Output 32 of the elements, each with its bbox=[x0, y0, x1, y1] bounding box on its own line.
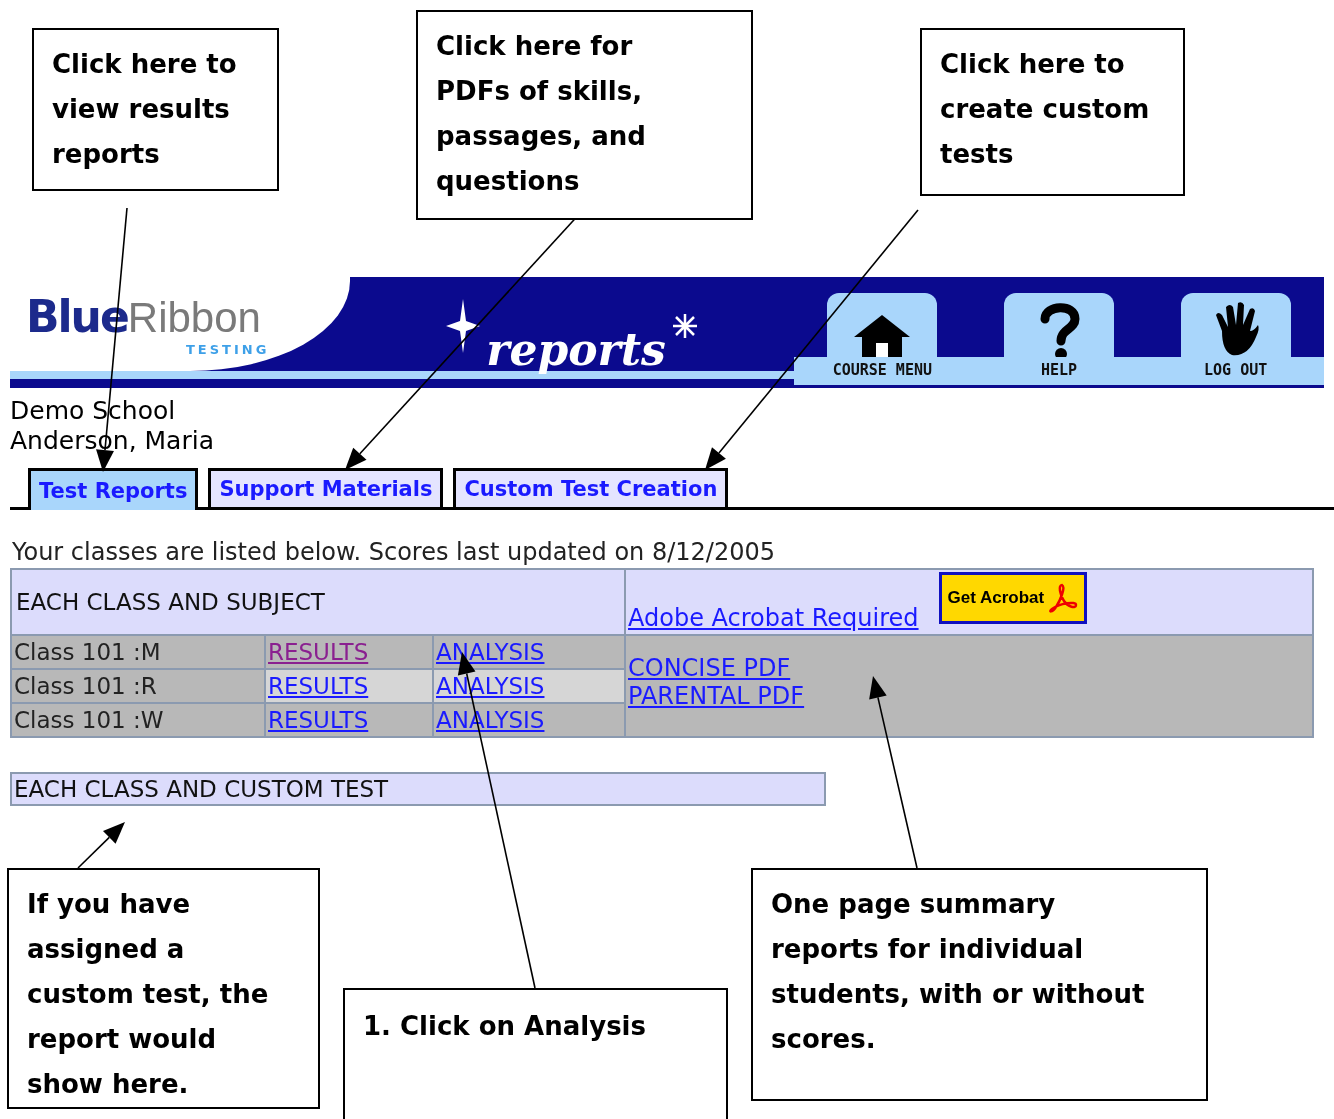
logo-tagline: TESTING bbox=[186, 342, 271, 357]
arrow bbox=[77, 822, 125, 869]
pdf-link[interactable]: PARENTAL PDF bbox=[628, 682, 805, 710]
table-heading: EACH CLASS AND CUSTOM TEST bbox=[10, 772, 826, 806]
get-acrobat-button[interactable]: Get Acrobat bbox=[938, 572, 1088, 624]
results-link[interactable]: RESULTS bbox=[268, 639, 369, 665]
tab[interactable]: Support Materials bbox=[208, 468, 444, 507]
pdf-link[interactable]: CONCISE PDF bbox=[628, 654, 791, 682]
asterisk-icon bbox=[671, 313, 698, 339]
logo-text: Ribbon bbox=[127, 294, 261, 342]
annotation-callout: Click here to view results reports bbox=[32, 28, 279, 191]
pdf-logo-icon bbox=[1048, 583, 1079, 613]
nav-link[interactable]: LOG OUT bbox=[1147, 293, 1324, 385]
table-cell: Class 101 :M bbox=[12, 636, 264, 668]
results-link[interactable]: RESULTS bbox=[268, 707, 369, 733]
annotation-callout: If you have assigned a custom test, the report would show here. bbox=[7, 868, 320, 1109]
acrobat-link[interactable]: Adobe Acrobat Required bbox=[628, 604, 919, 632]
table-cell: Class 101 :W bbox=[12, 704, 264, 736]
site-title: reports bbox=[486, 324, 666, 375]
annotation-callout: 1. Click on Analysis bbox=[343, 988, 728, 1119]
annotation-callout: One page summary reports for individual students, with or without scores. bbox=[751, 868, 1208, 1101]
table-cell: Class 101 :R bbox=[12, 670, 264, 702]
tab[interactable]: Test Reports bbox=[28, 468, 199, 510]
annotation-callout: Click here to create custom tests bbox=[920, 28, 1185, 196]
intro-text: Your classes are listed below. Scores last updated on 8/12/2005 bbox=[12, 538, 776, 566]
table-heading: EACH CLASS AND SUBJECT bbox=[12, 570, 624, 634]
analysis-link[interactable]: ANALYSIS bbox=[436, 639, 545, 665]
nav-link[interactable]: HELP bbox=[970, 293, 1148, 385]
results-link[interactable]: RESULTS bbox=[268, 673, 369, 699]
annotation-callout: Click here for PDFs of skills, passages, and questions bbox=[416, 10, 753, 220]
nav-link[interactable]: COURSE MENU bbox=[794, 293, 971, 385]
tab[interactable]: Custom Test Creation bbox=[453, 468, 729, 507]
